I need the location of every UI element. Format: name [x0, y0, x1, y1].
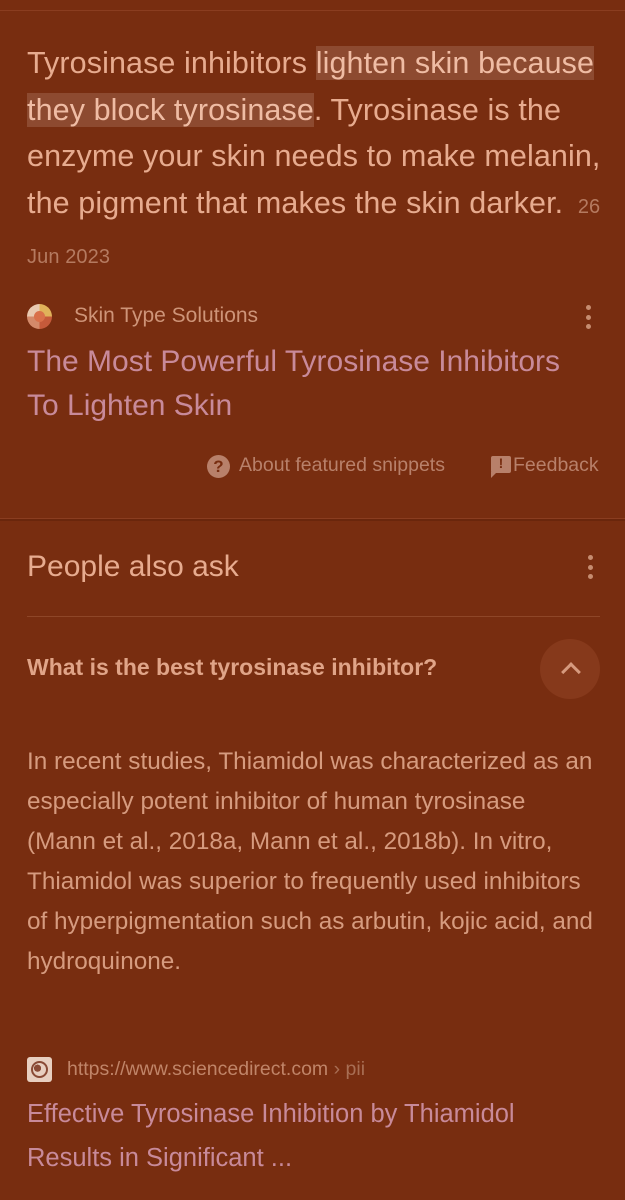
site-favicon-icon	[27, 304, 52, 329]
globe-icon	[27, 1057, 52, 1082]
help-circle-icon[interactable]: ?	[207, 455, 230, 478]
feedback-icon[interactable]	[491, 455, 511, 478]
snippet-result-title-link[interactable]: The Most Powerful Tyrosinase Inhibitors …	[27, 340, 587, 428]
feedback-link[interactable]: Feedback	[513, 454, 599, 477]
more-vert-icon[interactable]	[585, 305, 591, 329]
snippet-text-before: Tyrosinase inhibitors	[27, 46, 316, 80]
paa-answer-text: In recent studies, Thiamidol was charact…	[27, 748, 593, 975]
paa-divider	[27, 616, 600, 617]
collapse-button[interactable]	[540, 639, 600, 699]
chevron-up-icon	[561, 662, 581, 682]
about-featured-snippets-link[interactable]: About featured snippets	[239, 454, 445, 477]
source-url-text: https://www.sciencedirect.com	[67, 1058, 329, 1080]
answer-source-title-link[interactable]: Effective Tyrosinase Inhibition by Thiam…	[27, 1092, 602, 1180]
paa-question[interactable]: What is the best tyrosinase inhibitor?	[27, 654, 437, 681]
paa-more-vert-icon[interactable]	[587, 555, 593, 579]
answer-source-url[interactable]: https://www.sciencedirect.com › pii	[67, 1058, 365, 1081]
answer-source-row[interactable]: https://www.sciencedirect.com › pii	[27, 1057, 602, 1085]
featured-snippet-text: Tyrosinase inhibitors lighten skin becau…	[27, 40, 602, 281]
top-divider	[0, 10, 625, 11]
section-divider	[0, 518, 625, 521]
source-site-name[interactable]: Skin Type Solutions	[74, 304, 258, 328]
source-url-crumb: › pii	[328, 1058, 366, 1080]
snippet-source-row[interactable]: Skin Type Solutions	[27, 300, 602, 334]
snippet-footer: ? About featured snippets Feedback	[0, 452, 625, 482]
people-also-ask-heading: People also ask	[27, 550, 239, 583]
